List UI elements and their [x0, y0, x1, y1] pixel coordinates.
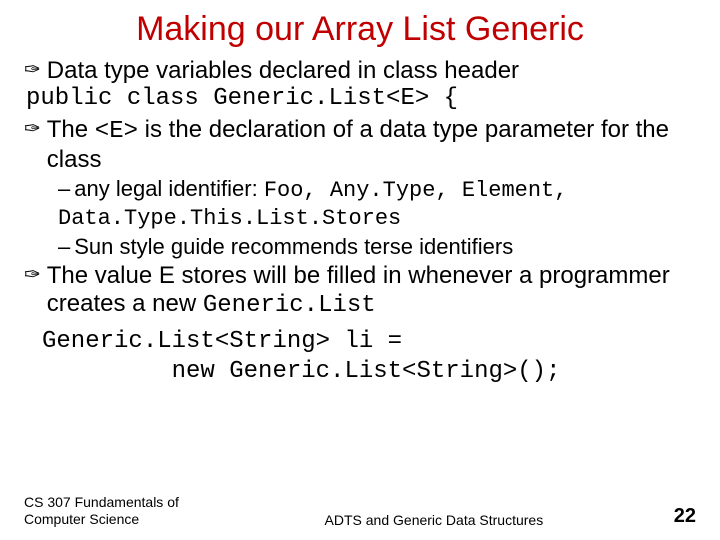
slide-body: ✑ Data type variables declared in class …	[24, 57, 696, 387]
code-block-2: Generic.List<String> li = new Generic.Li…	[42, 327, 696, 387]
code-line-1: public class Generic.List<E> {	[26, 85, 696, 113]
bullet-3-code: Generic.List	[203, 292, 376, 319]
footer-center: ADTS and Generic Data Structures	[194, 512, 674, 528]
dash-marker: –	[58, 176, 70, 201]
bullet-1: ✑ Data type variables declared in class …	[24, 57, 696, 85]
slide-title: Making our Array List Generic	[24, 10, 696, 49]
bullet-1-text: Data type variables declared in class he…	[47, 57, 519, 85]
bullet-2: ✑ The <E> is the declaration of a data t…	[24, 116, 696, 175]
sub1-text: any legal identifier:	[74, 176, 264, 201]
bullet-2-code: <E>	[95, 118, 138, 145]
bullet-3-text: The value E stores will be filled in whe…	[47, 262, 696, 321]
slide-footer: CS 307 Fundamentals of Computer Science …	[24, 494, 696, 528]
sub2-text: Sun style guide recommends terse identif…	[74, 234, 513, 259]
dash-marker: –	[58, 234, 70, 259]
bullet-marker: ✑	[24, 116, 41, 142]
sub-bullet-2: –Sun style guide recommends terse identi…	[58, 234, 696, 260]
bullet-3: ✑ The value E stores will be filled in w…	[24, 262, 696, 321]
bullet-2-text: The <E> is the declaration of a data typ…	[47, 116, 696, 175]
bullet-2-part-b: is the declaration of a data type parame…	[47, 116, 669, 173]
page-number: 22	[674, 505, 696, 528]
footer-left: CS 307 Fundamentals of Computer Science	[24, 494, 194, 528]
bullet-marker: ✑	[24, 57, 41, 83]
sub-bullet-1: –any legal identifier: Foo, Any.Type, El…	[58, 176, 696, 232]
bullet-2-part-a: The	[47, 116, 95, 143]
bullet-marker: ✑	[24, 262, 41, 288]
